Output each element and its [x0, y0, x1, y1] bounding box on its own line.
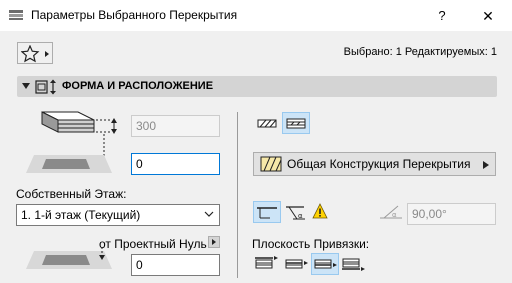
cut-fill-mode-button[interactable] [253, 112, 281, 134]
reference-plane-label: Плоскость Привязки: [252, 237, 370, 251]
offset-reference-label: от Проектный Нуль [99, 237, 207, 251]
horizontal-slab-button[interactable] [253, 201, 281, 223]
home-story-label: Собственный Этаж: [16, 187, 127, 201]
svg-text:α: α [392, 211, 397, 219]
slope-angle-icon: α [380, 205, 402, 219]
selection-info: Выбрано: 1 Редактируемых: 1 [343, 46, 497, 58]
section-header-shape-placement[interactable]: ФОРМА И РАСПОЛОЖЕНИЕ [17, 76, 497, 97]
slope-angle-field[interactable]: 90,00° [407, 203, 496, 225]
reference-plane-top-icon [255, 256, 278, 269]
cut-slab-outline-icon [286, 118, 306, 129]
svg-text:α: α [298, 212, 303, 220]
sloped-slab-button[interactable]: α [282, 201, 310, 223]
floor-plane-icon [26, 155, 112, 173]
thickness-field[interactable]: 300 [131, 115, 220, 137]
cut-slab-icon [257, 119, 277, 128]
reference-plane-core-bottom-icon [314, 259, 337, 269]
title-bar: Параметры Выбранного Перекрытия ? ✕ [0, 0, 512, 31]
chevron-down-icon [204, 211, 214, 217]
home-story-value: 1. 1-й этаж (Текущий) [21, 208, 141, 222]
horizontal-slab-icon [257, 207, 277, 219]
window-title: Параметры Выбранного Перекрытия [31, 8, 238, 22]
shape-placement-icon [35, 79, 56, 95]
reference-plane-top-button[interactable] [252, 253, 280, 275]
favorites-button[interactable] [17, 42, 53, 64]
reference-plane-core-bottom-button[interactable] [311, 253, 339, 275]
chevron-right-icon [212, 239, 216, 245]
slab-settings-icon [8, 8, 24, 22]
top-offset-field[interactable]: 0 [131, 153, 220, 175]
help-button[interactable]: ? [432, 6, 452, 26]
reference-plane-core-top-button[interactable] [282, 253, 310, 275]
project-zero-offset-field[interactable]: 0 [131, 254, 220, 276]
composite-structure-button[interactable]: Общая Конструкция Перекрытия [253, 152, 496, 176]
warning-icon [312, 203, 328, 219]
chevron-right-icon [483, 161, 489, 169]
reference-plane-bottom-button[interactable] [339, 253, 367, 275]
cut-fill-mode-button-active[interactable] [282, 112, 310, 134]
column-divider [237, 112, 238, 278]
offset-reference-button[interactable] [208, 236, 220, 248]
close-button[interactable]: ✕ [478, 6, 498, 26]
reference-plane-bottom-icon [342, 258, 365, 271]
composite-structure-label: Общая Конструкция Перекрытия [287, 157, 471, 171]
collapse-arrow-icon [22, 83, 30, 89]
reference-plane-core-top-icon [285, 259, 308, 269]
home-story-dropdown[interactable]: 1. 1-й этаж (Текущий) [16, 204, 220, 226]
sloped-slab-icon: α [286, 206, 305, 220]
project-zero-plane-icon [26, 247, 112, 269]
composite-structure-icon [260, 156, 282, 172]
section-title: ФОРМА И РАСПОЛОЖЕНИЕ [62, 80, 214, 92]
star-icon [21, 45, 49, 63]
